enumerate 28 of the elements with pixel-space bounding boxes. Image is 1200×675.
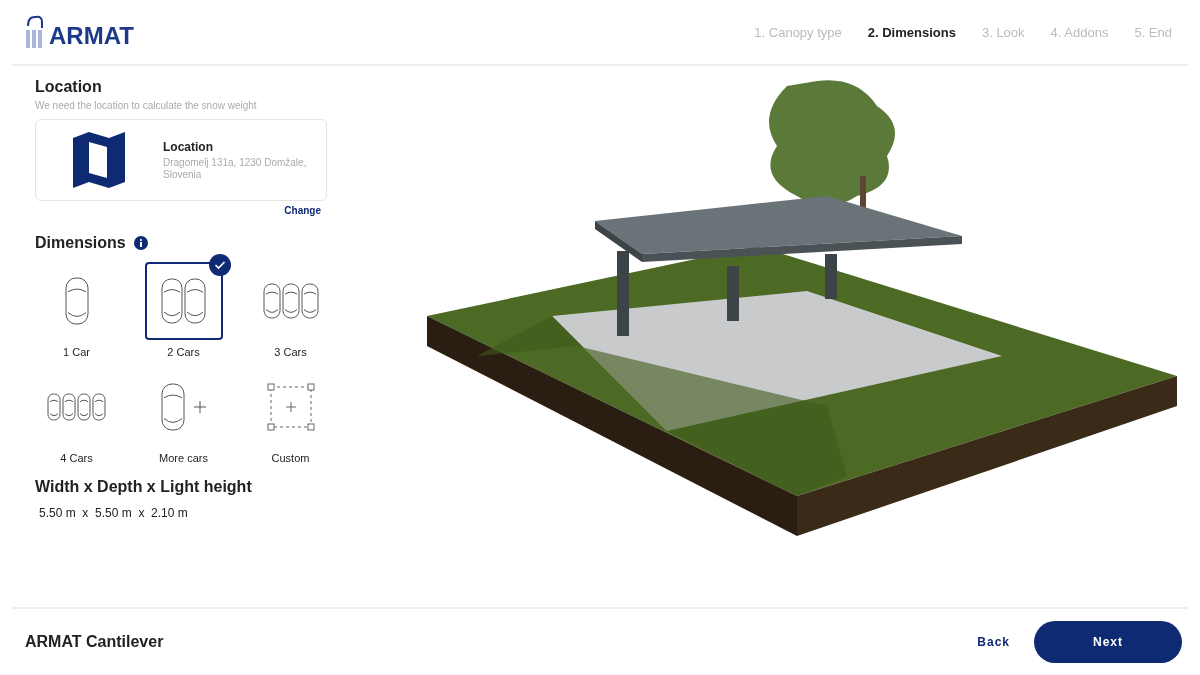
car-icon (161, 277, 206, 325)
section-title: Dimensions (35, 234, 126, 252)
option-label: 1 Car (63, 346, 90, 358)
section-title: Width x Depth x Light height (35, 478, 253, 496)
custom-size-icon (266, 383, 315, 431)
section-title: Location (35, 78, 103, 96)
option-label: 2 Cars (167, 346, 200, 358)
car-icon (160, 383, 207, 431)
option-label: Custom (271, 452, 310, 464)
location-address: Dragomelj 131a, 1230 Domžale, Slovenia (163, 156, 308, 181)
next-button[interactable]: Next (1034, 621, 1182, 663)
dimension-values: 5.50 m x 5.50 m x 2.10 m (39, 506, 189, 520)
info-icon[interactable] (133, 236, 148, 250)
option-label: 3 Cars (274, 346, 307, 358)
car-icon (64, 277, 89, 325)
option-label: More cars (159, 452, 208, 464)
section-hint: We need the location to calculate the snow weight (35, 100, 258, 111)
armat-logo: ARMAT (24, 14, 134, 50)
size-option[interactable] (144, 262, 223, 340)
product-name: ARMAT Cantilever (25, 633, 164, 651)
step-tab[interactable]: 2. Dimensions (867, 24, 956, 40)
location-title: Location (163, 139, 214, 154)
map-icon (71, 132, 127, 188)
change-link[interactable]: Change (284, 205, 321, 216)
back-button[interactable]: Back (973, 629, 1014, 655)
option-label: 4 Cars (60, 452, 93, 464)
check-icon (208, 254, 231, 276)
location-card[interactable]: Location Dragomelj 131a, 1230 Domžale, Slovenia (35, 119, 327, 201)
